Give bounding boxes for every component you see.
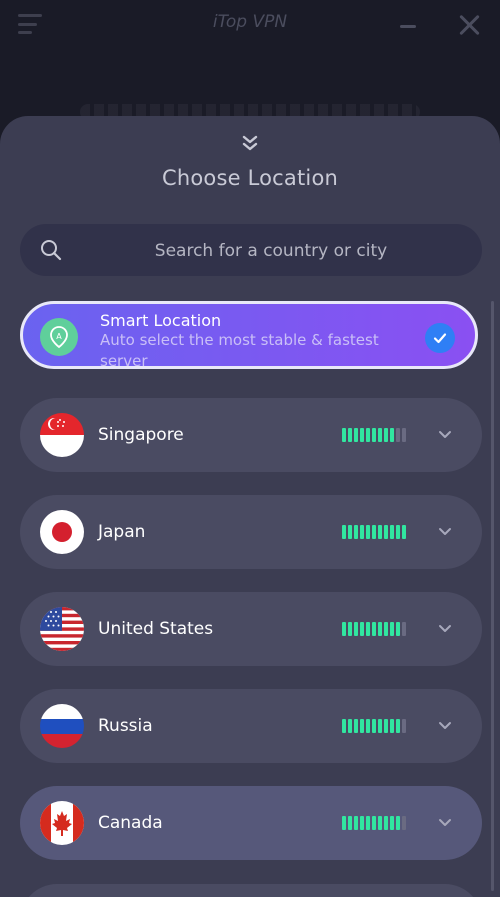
signal-strength [342,719,406,733]
smart-location-description: Auto select the most stable & fastest se… [100,331,379,370]
japan-flag-icon [40,510,84,554]
country-row-canada[interactable]: Canada [20,786,482,860]
smart-location-option[interactable]: A Smart Location Auto select the most st… [20,301,478,370]
chevron-down-icon[interactable] [438,524,452,538]
scrollbar[interactable] [491,301,494,891]
close-icon[interactable] [458,14,480,36]
app-title: iTop VPN [212,12,288,32]
check-icon [425,323,455,353]
sheet-title: Choose Location [161,166,339,190]
signal-strength [342,622,406,636]
country-name: United States [98,619,214,639]
smart-location-title: Smart Location [100,311,222,330]
choose-location-sheet: Choose Location A Smart Location Auto se… [0,116,500,897]
chevron-down-icon[interactable] [438,427,452,441]
country-name: Canada [98,813,163,833]
country-row-singapore[interactable]: Singapore [20,398,482,472]
country-name: Russia [98,716,153,736]
canada-flag-icon [40,801,84,845]
country-name: Japan [98,522,146,542]
country-row-russia[interactable]: Russia [20,689,482,763]
minimize-icon[interactable] [400,25,416,28]
chevron-down-icon[interactable] [438,815,452,829]
signal-strength [342,816,406,830]
united-states-flag-icon [40,607,84,651]
russia-flag-icon [40,704,84,748]
singapore-flag-icon [40,413,84,457]
app-window: iTop VPN Choose Location Search for a co… [0,0,500,897]
signal-strength [342,428,406,442]
search-bar[interactable] [20,224,482,278]
country-row-japan[interactable]: Japan [20,495,482,569]
search-input[interactable] [80,224,462,278]
top-bar: iTop VPN [0,0,500,60]
location-pin-icon: A [40,318,78,356]
country-name: Singapore [98,425,184,445]
double-chevron-down-icon[interactable] [238,132,262,156]
search-icon [40,239,62,261]
country-row-united-states[interactable]: United States [20,592,482,666]
svg-text:A: A [56,332,62,341]
signal-strength [342,525,406,539]
chevron-down-icon[interactable] [438,621,452,635]
chevron-down-icon[interactable] [438,718,452,732]
list-item[interactable] [20,884,482,897]
